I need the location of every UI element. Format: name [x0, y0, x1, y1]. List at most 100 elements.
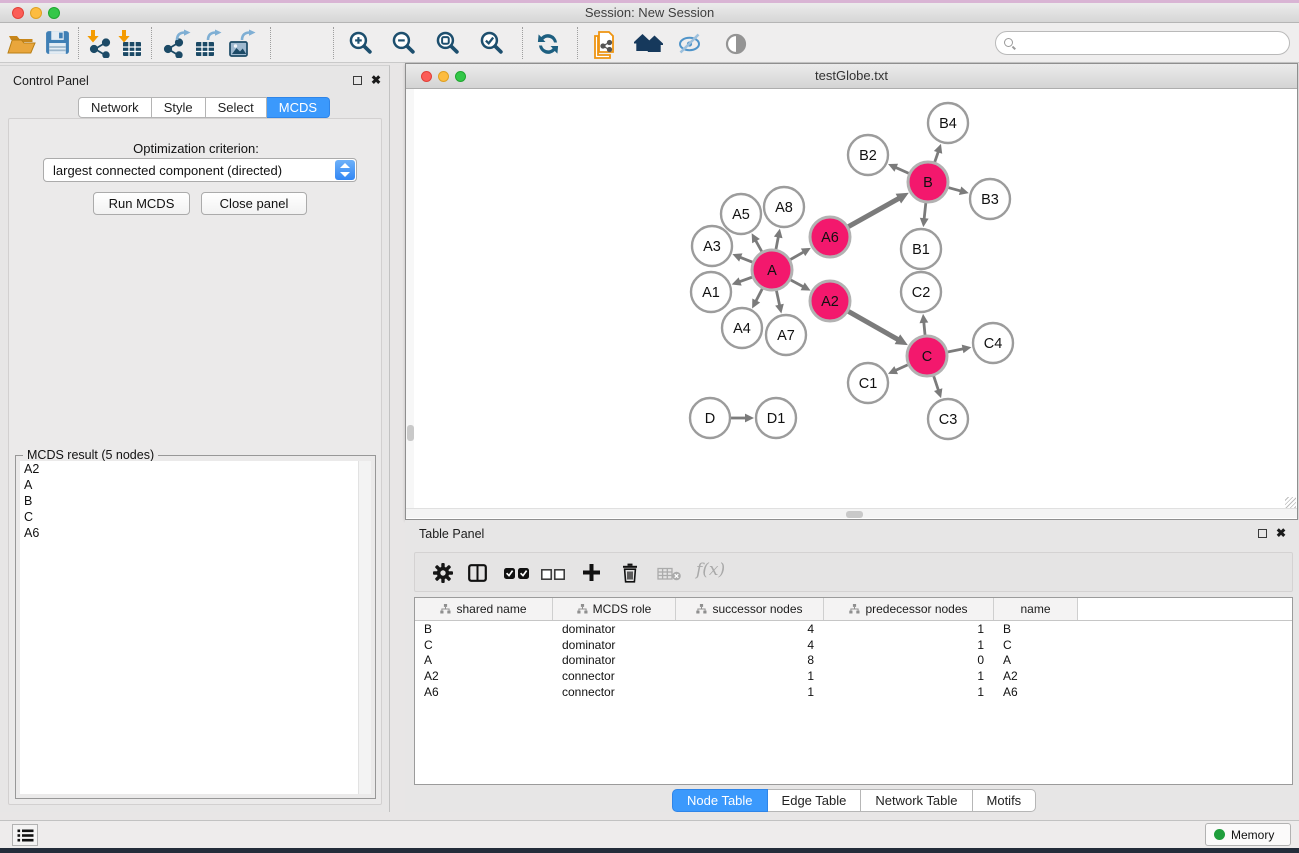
- table-cell[interactable]: dominator: [553, 622, 676, 636]
- minimize-window-button[interactable]: [438, 71, 449, 82]
- table-cell[interactable]: 8: [676, 653, 824, 667]
- float-panel-icon[interactable]: [353, 76, 362, 85]
- home-icon[interactable]: [633, 31, 664, 61]
- graph-edge-C-C3[interactable]: [934, 376, 939, 391]
- tab-mcds[interactable]: MCDS: [267, 97, 330, 118]
- table-cell[interactable]: 4: [676, 622, 824, 636]
- graph-edge-C-C1[interactable]: [895, 365, 908, 371]
- zoom-fit-icon[interactable]: [434, 29, 461, 59]
- unselect-all-columns-icon[interactable]: [541, 568, 565, 586]
- hide-details-icon[interactable]: [676, 31, 703, 61]
- column-header-predecessor-nodes[interactable]: predecessor nodes: [824, 598, 994, 620]
- table-cell[interactable]: A2: [415, 669, 553, 683]
- graph-edge-A6-B[interactable]: [848, 198, 899, 227]
- save-session-icon[interactable]: [44, 29, 71, 59]
- graph-edge-A-A8[interactable]: [776, 236, 778, 249]
- table-cell[interactable]: connector: [553, 685, 676, 699]
- graph-edge-A2-C[interactable]: [848, 311, 898, 339]
- table-cell[interactable]: connector: [553, 669, 676, 683]
- create-column-icon[interactable]: [583, 564, 600, 586]
- graph-edge-A-A6[interactable]: [790, 252, 804, 260]
- memory-button[interactable]: Memory: [1205, 823, 1291, 846]
- graph-edge-B-B3[interactable]: [948, 188, 961, 192]
- export-image-icon[interactable]: [228, 29, 256, 59]
- close-window-button[interactable]: [12, 7, 24, 19]
- table-cell[interactable]: C: [994, 638, 1078, 652]
- graph-edge-A-A5[interactable]: [756, 240, 762, 251]
- graph-edge-B-B2[interactable]: [895, 167, 908, 173]
- result-item[interactable]: C: [20, 509, 371, 525]
- table-cell[interactable]: A: [415, 653, 553, 667]
- column-header-mcds-role[interactable]: MCDS role: [553, 598, 676, 620]
- scrollbar[interactable]: [358, 461, 371, 794]
- float-panel-icon[interactable]: [1258, 529, 1267, 538]
- export-table-icon[interactable]: [194, 29, 222, 59]
- maximize-window-button[interactable]: [48, 7, 60, 19]
- table-cell[interactable]: B: [415, 622, 553, 636]
- export-network-icon[interactable]: [163, 29, 191, 59]
- minimize-window-button[interactable]: [30, 7, 42, 19]
- graph-edge-A-A1[interactable]: [739, 277, 752, 282]
- table-cell[interactable]: A6: [415, 685, 553, 699]
- table-row[interactable]: Bdominator41B: [415, 621, 1292, 637]
- tab-network-table[interactable]: Network Table: [861, 789, 972, 812]
- table-row[interactable]: Adominator80A: [415, 652, 1292, 668]
- table-cell[interactable]: 1: [676, 685, 824, 699]
- result-item[interactable]: A2: [20, 461, 371, 477]
- column-header-name[interactable]: name: [994, 598, 1078, 620]
- criterion-select[interactable]: largest connected component (directed): [43, 158, 357, 182]
- table-row[interactable]: Cdominator41C: [415, 637, 1292, 653]
- column-header-successor-nodes[interactable]: successor nodes: [676, 598, 824, 620]
- network-canvas[interactable]: B4B2BB3A8A5A6A3B1AA1C2A2A4A7C4CC1DC3D1: [406, 89, 1297, 508]
- table-options-gear-icon[interactable]: [433, 563, 453, 588]
- scrollbar-thumb[interactable]: [407, 425, 414, 441]
- search-input[interactable]: [1018, 33, 1283, 53]
- column-header-shared-name[interactable]: shared name: [415, 598, 553, 620]
- delete-table-icon[interactable]: [657, 567, 681, 586]
- copy-networks-icon[interactable]: [591, 29, 620, 59]
- scrollbar-thumb[interactable]: [846, 511, 863, 518]
- result-item[interactable]: A6: [20, 525, 371, 541]
- tab-motifs[interactable]: Motifs: [973, 789, 1037, 812]
- maximize-window-button[interactable]: [455, 71, 466, 82]
- graph-edge-B-B4[interactable]: [935, 151, 939, 162]
- graph-edge-A-A2[interactable]: [791, 280, 804, 287]
- table-row[interactable]: A2connector11A2: [415, 668, 1292, 684]
- import-table-icon[interactable]: [115, 29, 142, 59]
- table-cell[interactable]: C: [415, 638, 553, 652]
- show-panels-list-button[interactable]: [12, 824, 38, 846]
- graph-edge-A-A4[interactable]: [756, 289, 763, 302]
- table-cell[interactable]: dominator: [553, 638, 676, 652]
- tab-edge-table[interactable]: Edge Table: [768, 789, 862, 812]
- graph-edge-C-C2[interactable]: [924, 322, 925, 335]
- graph-edge-A-A7[interactable]: [776, 291, 779, 306]
- resize-grip[interactable]: [1285, 497, 1296, 508]
- zoom-out-icon[interactable]: [390, 29, 417, 59]
- table-cell[interactable]: 0: [824, 653, 994, 667]
- table-cell[interactable]: A6: [994, 685, 1078, 699]
- table-cell[interactable]: dominator: [553, 653, 676, 667]
- table-cell[interactable]: 1: [824, 685, 994, 699]
- close-panel-icon[interactable]: ✖: [371, 75, 381, 85]
- table-cell[interactable]: 1: [824, 638, 994, 652]
- zoom-in-icon[interactable]: [347, 29, 374, 59]
- table-cell[interactable]: A2: [994, 669, 1078, 683]
- table-cell[interactable]: 1: [676, 669, 824, 683]
- run-mcds-button[interactable]: Run MCDS: [93, 192, 190, 215]
- show-details-icon[interactable]: [723, 31, 749, 61]
- network-window-titlebar[interactable]: testGlobe.txt: [406, 64, 1297, 89]
- tab-select[interactable]: Select: [206, 97, 267, 118]
- delete-column-icon[interactable]: [622, 563, 638, 588]
- horizontal-scrollbar[interactable]: [406, 508, 1297, 518]
- table-row[interactable]: A6connector11A6: [415, 684, 1292, 700]
- tab-network[interactable]: Network: [78, 97, 152, 118]
- import-network-icon[interactable]: [84, 29, 111, 59]
- zoom-selected-icon[interactable]: [478, 29, 505, 59]
- graph-edge-B-B1[interactable]: [924, 203, 926, 219]
- table-cell[interactable]: B: [994, 622, 1078, 636]
- mcds-result-list[interactable]: A2ABCA6: [20, 461, 371, 794]
- table-cell[interactable]: 1: [824, 669, 994, 683]
- open-session-icon[interactable]: [6, 29, 36, 59]
- close-panel-button[interactable]: Close panel: [201, 192, 307, 215]
- function-builder-icon[interactable]: f(x): [696, 560, 725, 580]
